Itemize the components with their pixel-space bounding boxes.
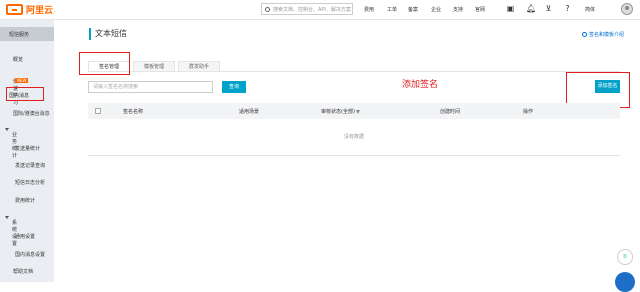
annotation-text: 添加签名 (402, 80, 439, 90)
nav-tickets[interactable]: 工单 (387, 6, 397, 13)
sidebar-header-label: 短信服务 (9, 32, 30, 38)
sidebar-item-fee-stats[interactable]: 费用统计 (0, 193, 54, 207)
floating-help-button[interactable]: ① (617, 249, 633, 265)
logo-text: 阿里云 (26, 6, 54, 16)
top-navigation-bar: 阿里云 搜索文档、控制台、API、解决方案 费用 工单 备案 企业 支持 官网 … (0, 0, 640, 20)
bell-icon[interactable]: 🔔︎ (526, 4, 536, 13)
help-circle-icon (582, 32, 587, 37)
query-button[interactable]: 查询 (222, 81, 246, 93)
column-review-status-label: 审核状态(全部) (321, 109, 355, 115)
sidebar-item-label: 国际/港澳台消息 (13, 111, 50, 117)
column-scenario: 适用场景 (239, 109, 260, 115)
cart-icon[interactable]: ⊻ (544, 4, 553, 13)
sidebar-item-log-analysis[interactable]: 短信日志分析 (0, 175, 54, 189)
column-actions: 操作 (523, 109, 534, 115)
help-icon[interactable]: ? (563, 4, 572, 13)
sidebar-group-statistics[interactable]: 业务统计 (0, 123, 54, 159)
nav-official-site[interactable]: 官网 (475, 6, 485, 13)
sidebar-item-general-settings[interactable]: 通用设置 (0, 229, 54, 243)
sidebar-item-label: 国内消息设置 (15, 252, 46, 258)
logo-icon (6, 4, 23, 15)
search-icon (265, 6, 270, 12)
chevron-down-icon (5, 216, 9, 219)
chevron-down-icon (5, 128, 9, 131)
sidebar-item-help-docs[interactable]: 帮助文档 (0, 264, 54, 278)
language-switch[interactable]: 简体 (585, 6, 595, 13)
global-search-input[interactable]: 搜索文档、控制台、API、解决方案 (261, 3, 353, 15)
new-badge: NEW (15, 78, 29, 83)
sidebar-item-domestic-settings[interactable]: 国内消息设置 (0, 247, 54, 261)
avatar[interactable] (621, 3, 633, 15)
help-link[interactable]: 签名和模板介绍 (582, 31, 624, 38)
sidebar: 短信服务 概览 快速学习NEW 国内消息 国际/港澳台消息 业务统计 发送量统计… (0, 20, 54, 282)
signature-search-input[interactable]: 请输入签名名称搜索 (88, 81, 213, 93)
sidebar-item-label: 短信日志分析 (15, 180, 46, 186)
highlight-signature-tab (79, 52, 130, 75)
terminal-icon[interactable]: ▣ (506, 4, 515, 13)
column-review-status[interactable]: 审核状态(全部) (321, 108, 360, 115)
nav-enterprise[interactable]: 企业 (431, 6, 441, 13)
sidebar-group-settings[interactable]: 系统设置 (0, 211, 54, 247)
table-header: 签名名称 适用场景 审核状态(全部) 创建时间 操作 (88, 103, 620, 119)
sidebar-item-label: 发送量统计 (15, 146, 41, 152)
chat-icon[interactable] (615, 272, 635, 292)
sidebar-item-label: 费用统计 (15, 198, 36, 204)
sidebar-header: 短信服务 (0, 27, 54, 41)
page-title: 文本短信 (89, 28, 127, 40)
aliyun-logo[interactable]: 阿里云 (6, 3, 53, 16)
nav-support[interactable]: 支持 (453, 6, 463, 13)
empty-state: 没有数据 (88, 119, 620, 156)
sidebar-item-international-messages[interactable]: 国际/港澳台消息 (0, 106, 54, 120)
sidebar-item-send-records[interactable]: 发送记录查询 (0, 158, 54, 172)
sidebar-item-label: 概览 (13, 57, 24, 63)
highlight-domestic-messages (6, 87, 44, 101)
sidebar-item-quick-learn[interactable]: 快速学习NEW (0, 70, 54, 106)
sidebar-item-overview[interactable]: 概览 (0, 52, 54, 66)
tab-divider (88, 71, 620, 72)
select-all-checkbox[interactable] (95, 108, 101, 114)
filter-icon[interactable] (355, 109, 360, 114)
search-placeholder: 搜索文档、控制台、API、解决方案 (273, 6, 351, 13)
nav-filing[interactable]: 备案 (408, 6, 418, 13)
sidebar-item-label: 帮助文档 (13, 269, 34, 275)
sidebar-item-label: 发送记录查询 (15, 163, 46, 169)
column-created-time: 创建时间 (440, 109, 461, 115)
column-signature-name: 签名名称 (123, 109, 144, 115)
nav-fees[interactable]: 费用 (364, 6, 374, 13)
sidebar-item-send-volume[interactable]: 发送量统计 (0, 141, 54, 155)
sidebar-item-label: 通用设置 (15, 234, 36, 240)
help-link-label: 签名和模板介绍 (589, 32, 625, 38)
